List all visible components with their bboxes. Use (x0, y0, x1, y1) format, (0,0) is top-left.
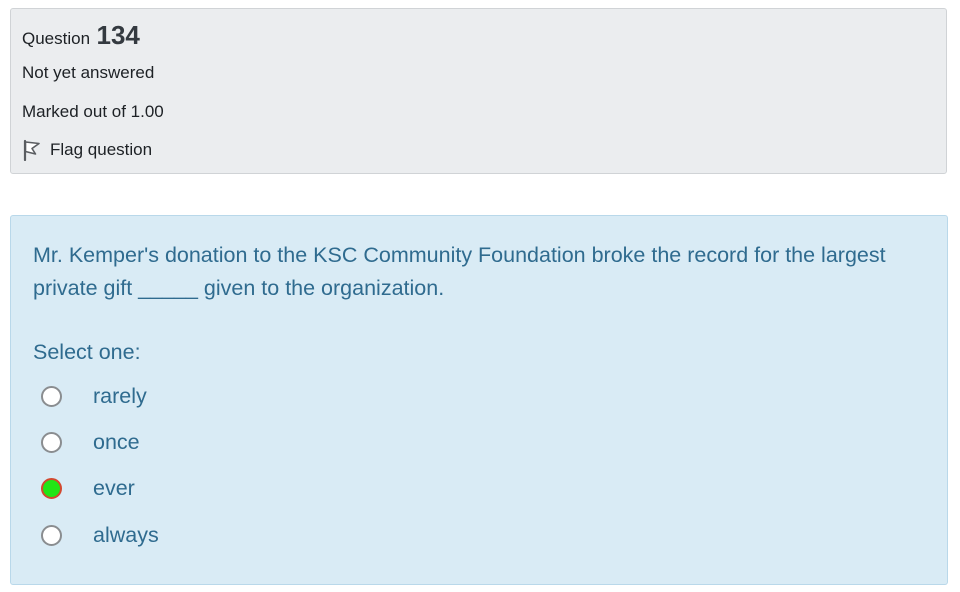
answer-label[interactable]: always (93, 523, 159, 548)
select-prompt: Select one: (33, 340, 141, 364)
flag-question-label: Flag question (50, 140, 153, 159)
answer-option-rarely[interactable]: rarely (41, 376, 441, 416)
question-number: 134 (96, 20, 140, 50)
radio-button[interactable] (41, 431, 62, 453)
question-info-panel: Question 134 Not yet answered Marked out… (10, 8, 947, 174)
question-number-heading: Question 134 (22, 20, 140, 51)
answer-option-once[interactable]: once (41, 422, 441, 462)
question-formulation: Mr. Kemper's donation to the KSC Communi… (10, 215, 948, 585)
answer-label[interactable]: ever (93, 476, 135, 501)
question-text: Mr. Kemper's donation to the KSC Communi… (33, 243, 886, 300)
flag-question-button[interactable]: Flag question (22, 139, 152, 161)
radio-button[interactable] (41, 524, 62, 546)
answer-label[interactable]: rarely (93, 384, 147, 409)
question-state: Not yet answered (22, 63, 155, 82)
question-grade: Marked out of 1.00 (22, 102, 164, 121)
flag-icon (22, 139, 42, 161)
radio-button[interactable] (41, 385, 62, 407)
radio-button[interactable] (41, 477, 62, 499)
answer-option-always[interactable]: always (41, 515, 441, 555)
question-label: Question (22, 29, 91, 48)
answer-option-ever[interactable]: ever (41, 468, 441, 508)
answer-label[interactable]: once (93, 430, 140, 455)
